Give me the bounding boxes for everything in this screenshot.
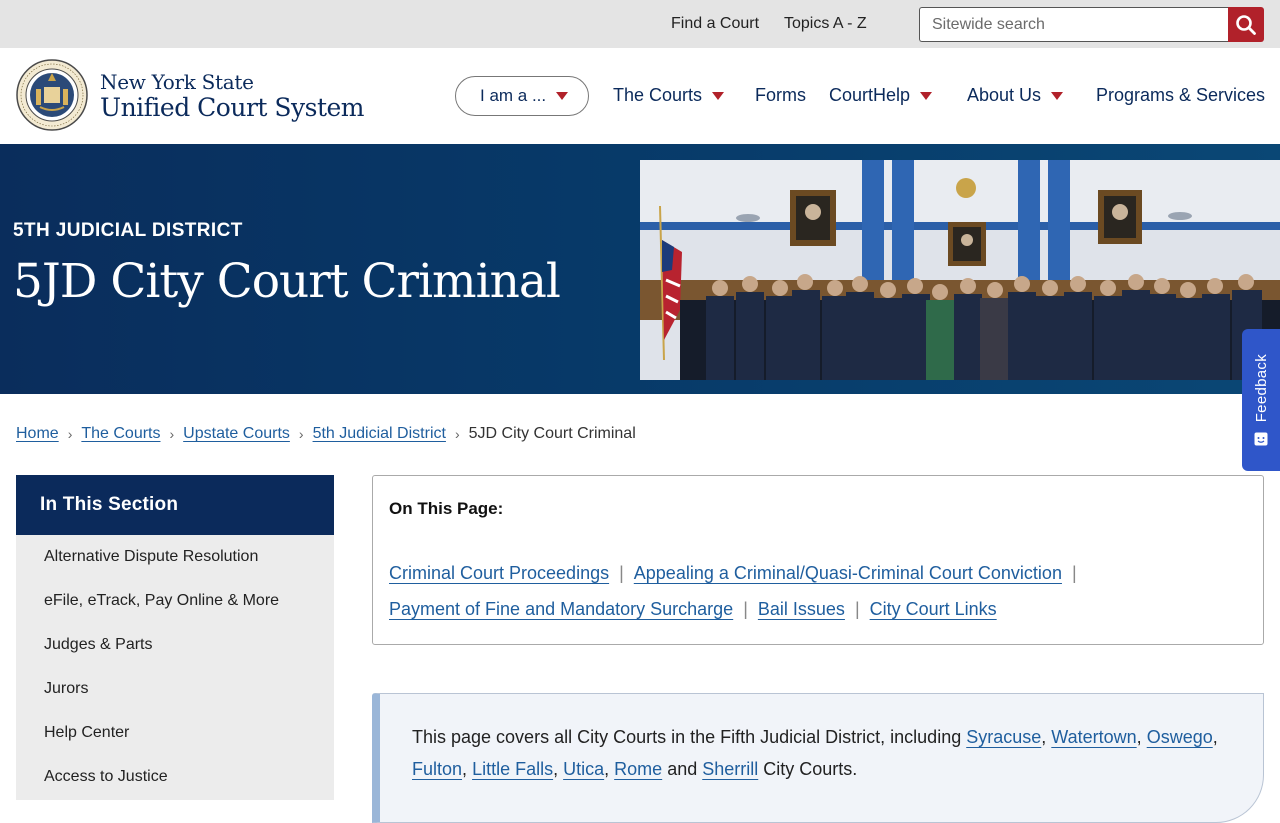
chevron-right-icon: › bbox=[298, 426, 304, 442]
on-this-page-row: Payment of Fine and Mandatory Surcharge … bbox=[389, 599, 997, 620]
feedback-icon bbox=[1254, 432, 1268, 446]
section-sidebar: In This Section Alternative Dispute Reso… bbox=[16, 475, 334, 800]
caret-down-icon bbox=[556, 92, 569, 100]
site-header: New York State Unified Court System I am… bbox=[0, 48, 1280, 144]
nav-about-us-label: About Us bbox=[967, 85, 1042, 105]
link-separator: | bbox=[619, 563, 624, 583]
sitewide-search-input[interactable] bbox=[920, 8, 1229, 41]
breadcrumb-5th-judicial-district[interactable]: 5th Judicial District bbox=[313, 425, 446, 443]
breadcrumb-upstate-courts[interactable]: Upstate Courts bbox=[183, 425, 290, 443]
nav-programs-services[interactable]: Programs & Services bbox=[1096, 85, 1265, 106]
link-bail-issues[interactable]: Bail Issues bbox=[758, 599, 845, 620]
comma: , bbox=[1136, 727, 1142, 747]
link-separator: | bbox=[854, 599, 860, 619]
breadcrumb-home[interactable]: Home bbox=[16, 425, 59, 443]
breadcrumb: Home › The Courts › Upstate Courts › 5th… bbox=[16, 425, 636, 443]
feedback-label: Feedback bbox=[1252, 353, 1270, 423]
courtroom-group-photo bbox=[640, 160, 1280, 380]
intro-outro: City Courts. bbox=[758, 759, 858, 779]
intro-lead: This page covers all City Courts in the … bbox=[412, 727, 967, 747]
breadcrumb-the-courts[interactable]: The Courts bbox=[81, 425, 160, 443]
nav-about-us[interactable]: About Us bbox=[967, 85, 1064, 106]
on-this-page-box: On This Page: Criminal Court Proceedings… bbox=[372, 475, 1264, 645]
feedback-tab[interactable]: Feedback bbox=[1242, 329, 1280, 471]
comma: , bbox=[604, 759, 610, 779]
nav-forms-label: Forms bbox=[755, 85, 806, 105]
link-city-court-links[interactable]: City Court Links bbox=[870, 599, 997, 620]
comma: , bbox=[553, 759, 559, 779]
intro-callout: This page covers all City Courts in the … bbox=[372, 693, 1264, 823]
sidebar-item-alternative-dispute-resolution[interactable]: Alternative Dispute Resolution bbox=[16, 535, 334, 579]
caret-down-icon bbox=[712, 91, 725, 100]
comma: , bbox=[1212, 727, 1218, 747]
hero-banner: 5TH JUDICIAL DISTRICT 5JD City Court Cri… bbox=[0, 144, 1280, 394]
nav-courthelp-label: CourtHelp bbox=[829, 85, 911, 105]
link-little-falls[interactable]: Little Falls bbox=[472, 759, 553, 779]
search-icon bbox=[1236, 14, 1256, 35]
link-rome[interactable]: Rome bbox=[614, 759, 662, 779]
link-payment-of-fine[interactable]: Payment of Fine and Mandatory Surcharge bbox=[389, 599, 733, 620]
and-word: and bbox=[662, 759, 703, 779]
link-separator: | bbox=[743, 599, 748, 619]
hero-eyebrow: 5TH JUDICIAL DISTRICT bbox=[13, 220, 243, 241]
search-box bbox=[919, 7, 1229, 42]
comma: , bbox=[1041, 727, 1047, 747]
intro-text: This page covers all City Courts in the … bbox=[412, 721, 1242, 785]
sidebar-item-efile-etrack[interactable]: eFile, eTrack, Pay Online & More bbox=[16, 579, 334, 623]
nav-forms[interactable]: Forms bbox=[755, 85, 806, 106]
link-sherrill[interactable]: Sherrill bbox=[702, 759, 758, 779]
link-separator: | bbox=[1071, 563, 1077, 583]
sidebar-item-access-to-justice[interactable]: Access to Justice bbox=[16, 755, 334, 799]
find-a-court-link[interactable]: Find a Court bbox=[671, 15, 759, 33]
caret-down-icon bbox=[920, 91, 933, 100]
on-this-page-row: Criminal Court Proceedings | Appealing a… bbox=[389, 563, 1087, 584]
nav-the-courts[interactable]: The Courts bbox=[613, 85, 725, 106]
on-this-page-title: On This Page: bbox=[389, 499, 504, 518]
utility-bar: Find a Court Topics A - Z bbox=[0, 0, 1280, 48]
link-fulton[interactable]: Fulton bbox=[412, 759, 462, 779]
nys-court-seal-logo[interactable] bbox=[16, 59, 88, 131]
page-title: 5JD City Court Criminal bbox=[13, 254, 561, 309]
i-am-a-label: I am a ... bbox=[480, 86, 547, 105]
link-syracuse[interactable]: Syracuse bbox=[966, 727, 1041, 747]
sidebar-title: In This Section bbox=[16, 475, 334, 535]
chevron-right-icon: › bbox=[169, 426, 175, 442]
topics-a-z-link[interactable]: Topics A - Z bbox=[784, 15, 867, 33]
sidebar-item-help-center[interactable]: Help Center bbox=[16, 711, 334, 755]
nav-the-courts-label: The Courts bbox=[613, 85, 703, 105]
link-appealing-conviction[interactable]: Appealing a Criminal/Quasi-Criminal Cour… bbox=[634, 563, 1062, 584]
link-criminal-court-proceedings[interactable]: Criminal Court Proceedings bbox=[389, 563, 609, 584]
brand-name-line1: New York State bbox=[100, 70, 254, 94]
breadcrumb-current: 5JD City Court Criminal bbox=[468, 425, 636, 442]
i-am-a-dropdown[interactable]: I am a ... bbox=[455, 76, 589, 116]
sidebar-item-judges-parts[interactable]: Judges & Parts bbox=[16, 623, 334, 667]
link-oswego[interactable]: Oswego bbox=[1147, 727, 1213, 747]
sidebar-item-jurors[interactable]: Jurors bbox=[16, 667, 334, 711]
caret-down-icon bbox=[1051, 91, 1064, 100]
nav-courthelp[interactable]: CourtHelp bbox=[829, 85, 933, 106]
link-utica[interactable]: Utica bbox=[563, 759, 604, 779]
nav-programs-label: Programs & Services bbox=[1096, 85, 1266, 105]
search-button[interactable] bbox=[1228, 7, 1264, 42]
chevron-right-icon: › bbox=[67, 426, 73, 442]
brand-name-line2: Unified Court System bbox=[100, 93, 365, 122]
comma: , bbox=[462, 759, 468, 779]
link-watertown[interactable]: Watertown bbox=[1051, 727, 1136, 747]
chevron-right-icon: › bbox=[454, 426, 460, 442]
